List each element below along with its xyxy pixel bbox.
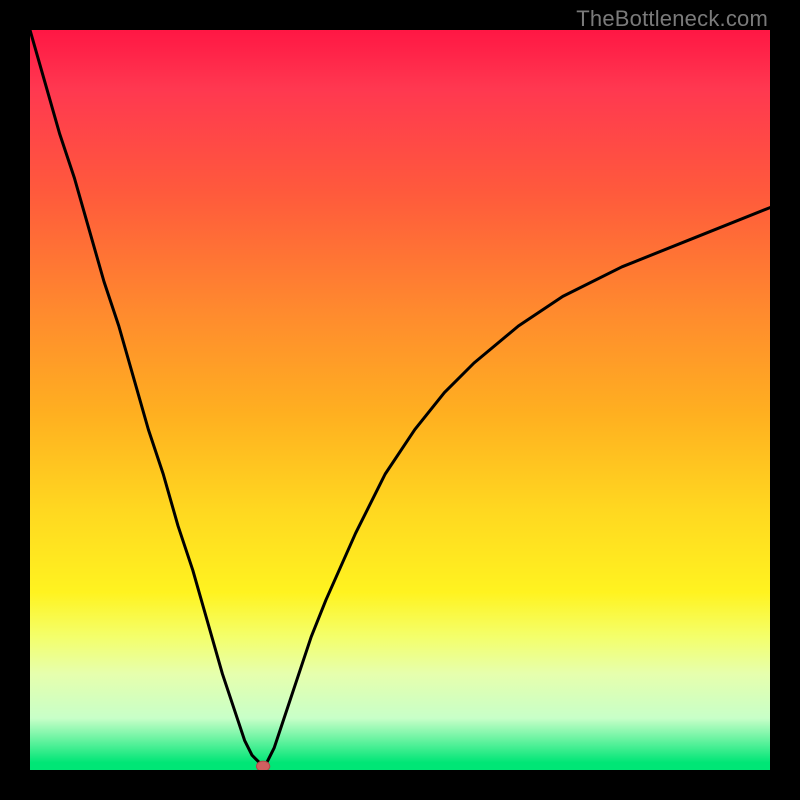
plot-area	[30, 30, 770, 770]
curve-svg	[30, 30, 770, 770]
watermark-text: TheBottleneck.com	[576, 6, 768, 32]
bottleneck-curve	[30, 30, 770, 766]
optimal-point-marker	[256, 761, 269, 770]
chart-frame: TheBottleneck.com	[0, 0, 800, 800]
